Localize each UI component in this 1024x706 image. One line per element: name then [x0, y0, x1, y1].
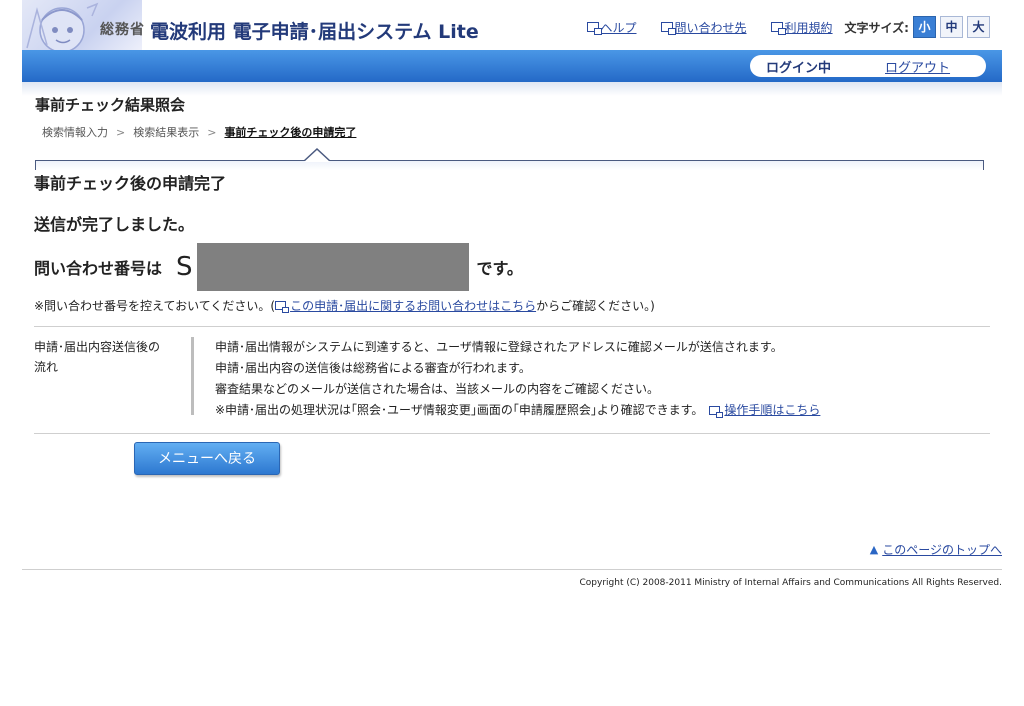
- chevron-right-icon: >: [207, 125, 217, 139]
- flow-description: 申請･届出情報がシステムに到達すると、ユーザ情報に登録されたアドレスに確認メール…: [194, 337, 820, 421]
- step-indicator-line: [35, 160, 984, 170]
- chevron-right-icon: >: [116, 125, 126, 139]
- page: 総務省 電波利用 電子申請･届出システム Lite ヘルプ 問い合わせ先 利用規…: [22, 0, 1002, 588]
- flow-label: 申請･届出内容送信後の 流れ: [34, 337, 194, 415]
- flow-label-line2: 流れ: [34, 360, 59, 374]
- operation-guide-link[interactable]: 操作手順はこちら: [709, 400, 820, 421]
- inquiry-note-before: ※問い合わせ番号を控えておいてください。(: [34, 299, 276, 313]
- login-status-label: ログイン中: [766, 60, 832, 76]
- section-title: 事前チェック後の申請完了: [34, 174, 227, 193]
- flow-line: ※申請･届出の処理状況は｢照会･ユーザ情報変更｣画面の｢申請履歴照会｣より確認で…: [215, 400, 820, 421]
- inquiry-contact-link[interactable]: この申請･届出に関するお問い合わせはこちら: [275, 297, 536, 314]
- breadcrumb-step-search-results: 検索結果表示: [133, 126, 200, 139]
- page-top-link[interactable]: このページのトップへ: [882, 541, 1002, 558]
- inquiry-number-label: 問い合わせ番号は: [34, 259, 163, 278]
- header-links: ヘルプ 問い合わせ先 利用規約 文字サイズ: 小 中 大: [563, 16, 990, 38]
- footer-divider: [22, 569, 1002, 570]
- font-size-small-button[interactable]: 小: [913, 16, 936, 38]
- inquiry-number-suffix: です。: [476, 259, 523, 278]
- contact-link-label: 問い合わせ先: [674, 20, 747, 35]
- flow-line4-text: ※申請･届出の処理状況は｢照会･ユーザ情報変更｣画面の｢申請履歴照会｣より確認で…: [215, 403, 704, 417]
- page-title: 事前チェック結果照会: [35, 96, 186, 114]
- nav-bar: ログイン中 ログアウト: [22, 50, 1002, 82]
- triangle-up-icon: ▲: [869, 543, 879, 556]
- flow-line: 申請･届出情報がシステムに到達すると、ユーザ情報に登録されたアドレスに確認メール…: [215, 340, 783, 354]
- completion-message: 送信が完了しました。: [34, 215, 195, 234]
- back-to-menu-button[interactable]: メニューへ戻る: [134, 442, 280, 475]
- step-indicator: [35, 148, 984, 170]
- window-icon: [770, 22, 786, 35]
- logout-link[interactable]: ログアウト: [885, 57, 950, 76]
- header: 総務省 電波利用 電子申請･届出システム Lite ヘルプ 問い合わせ先 利用規…: [22, 0, 1002, 50]
- page-top-link-row: ▲ このページのトップへ: [870, 541, 1002, 558]
- inquiry-contact-link-label: この申請･届出に関するお問い合わせはこちら: [290, 299, 537, 313]
- font-size-medium-button[interactable]: 中: [940, 16, 963, 38]
- window-icon: [660, 22, 676, 35]
- window-icon: [275, 301, 290, 313]
- terms-link-label: 利用規約: [784, 20, 833, 35]
- help-link-label: ヘルプ: [600, 20, 637, 35]
- inquiry-number-row: 問い合わせ番号は S です。: [34, 243, 1002, 291]
- window-icon: [586, 22, 602, 35]
- breadcrumb-step-current: 事前チェック後の申請完了: [224, 126, 357, 139]
- breadcrumb-step-search-input: 検索情報入力: [42, 126, 108, 139]
- flow-line: 審査結果などのメールが送信された場合は、当該メールの内容をご確認ください。: [215, 382, 660, 396]
- inquiry-note-after: からご確認ください。): [536, 299, 655, 313]
- help-link[interactable]: ヘルプ: [586, 19, 637, 36]
- inquiry-note: ※問い合わせ番号を控えておいてください。( この申請･届出に関するお問い合わせは…: [34, 297, 1002, 314]
- terms-link[interactable]: 利用規約: [770, 19, 833, 36]
- font-size-label: 文字サイズ:: [844, 20, 909, 35]
- contact-link[interactable]: 問い合わせ先: [660, 19, 747, 36]
- ministry-name: 総務省: [100, 22, 145, 38]
- login-status: ログイン中 ログアウト: [750, 55, 986, 77]
- system-title: 電波利用 電子申請･届出システム Lite: [150, 21, 479, 43]
- inquiry-number-redacted: [196, 243, 469, 291]
- breadcrumb: 検索情報入力 > 検索結果表示 > 事前チェック後の申請完了: [42, 124, 1002, 140]
- inquiry-number-prefix: S: [176, 252, 193, 282]
- copyright: Copyright (C) 2008-2011 Ministry of Inte…: [579, 578, 1003, 588]
- font-size-large-button[interactable]: 大: [967, 16, 990, 38]
- operation-guide-link-label: 操作手順はこちら: [724, 403, 821, 417]
- window-icon: [709, 406, 724, 418]
- post-submission-flow: 申請･届出内容送信後の 流れ 申請･届出情報がシステムに到達すると、ユーザ情報に…: [34, 326, 990, 434]
- flow-line: 申請･届出内容の送信後は総務省による審査が行われます。: [215, 361, 531, 375]
- flow-label-line1: 申請･届出内容送信後の: [34, 340, 161, 354]
